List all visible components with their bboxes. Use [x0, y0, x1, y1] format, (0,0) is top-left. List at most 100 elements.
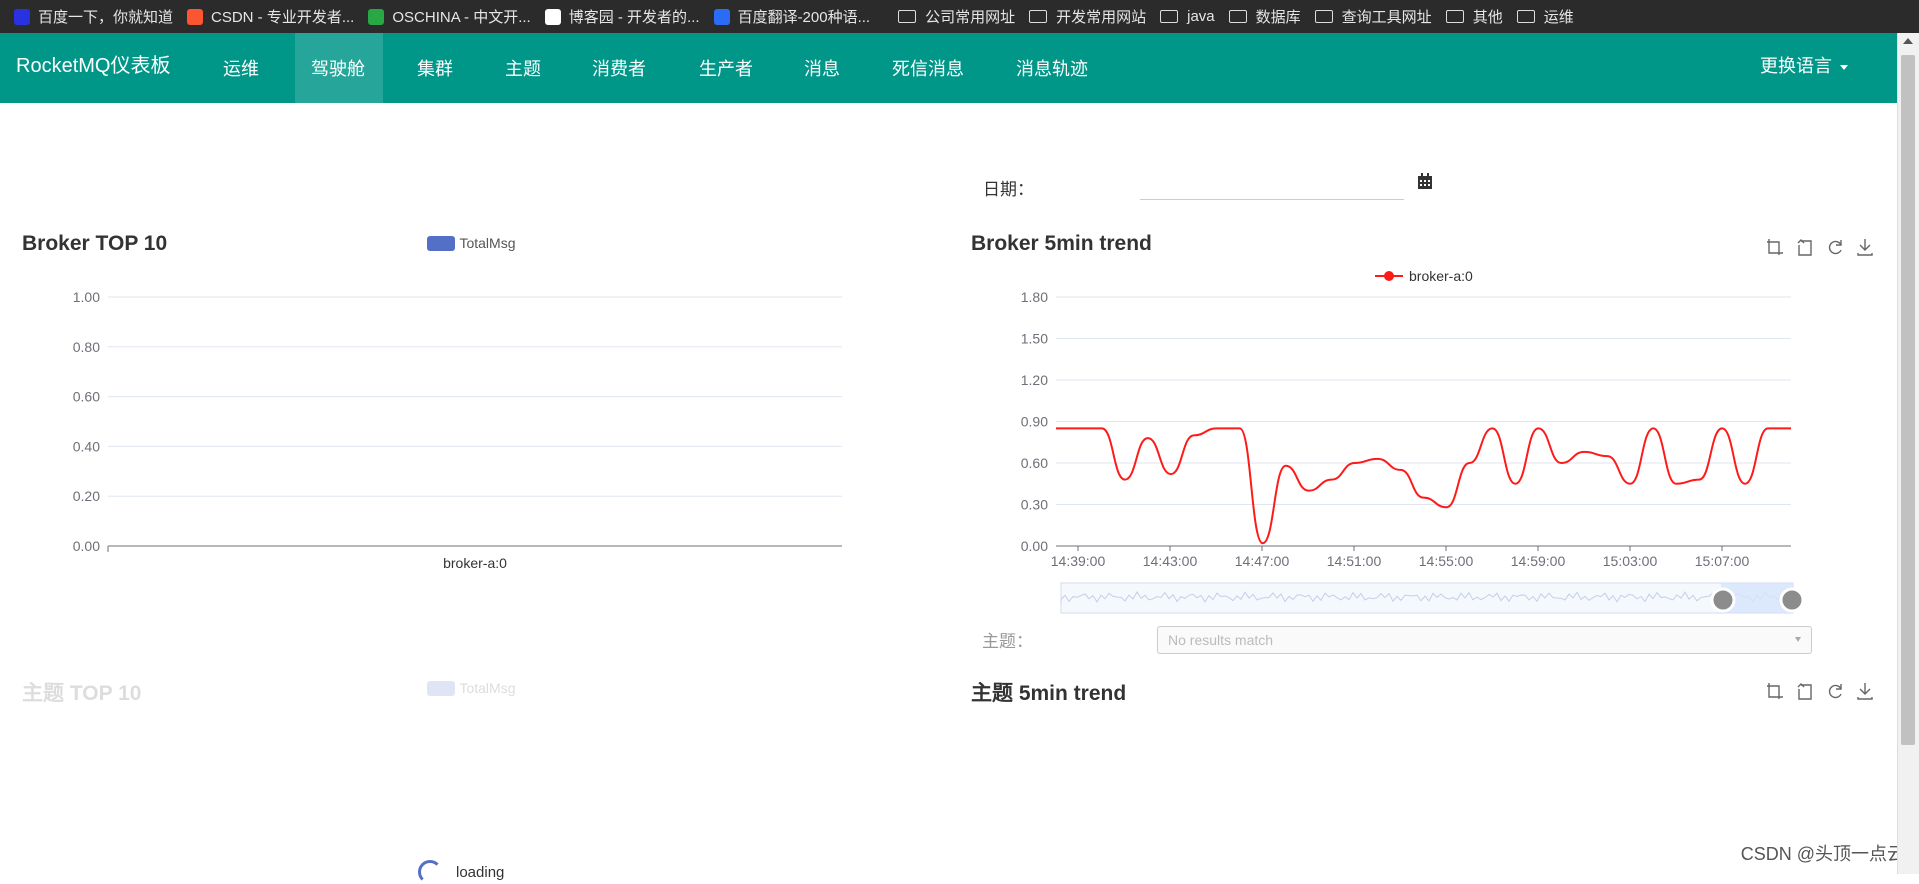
watermark: CSDN @头顶一点云 — [1740, 844, 1905, 864]
topic-trend-title: 主题 5min trend — [971, 682, 1127, 705]
y-tick-label: 0.20 — [73, 488, 100, 504]
chevron-down-icon — [1795, 637, 1801, 642]
broker-top10-chart: 0.00 0.20 0.40 0.60 0.80 1.00 broker-a:0 — [73, 289, 842, 571]
datazoom-handle — [1779, 587, 1805, 613]
scroll-up-icon[interactable] — [1903, 38, 1913, 44]
x-tick-label: 14:39:00 — [1051, 553, 1106, 569]
nav-item-message[interactable]: 消息 — [788, 33, 856, 103]
date-label: 日期： — [983, 180, 1034, 199]
language-label: 更换语言 — [1760, 56, 1832, 76]
bookmark-label: 博客园 - 开发者的... — [568, 9, 700, 26]
y-tick-label: 1.00 — [73, 289, 100, 305]
bookmark-label: 开发常用网站 — [1056, 9, 1147, 26]
nav-item-dashboard[interactable]: 驾驶舱 — [295, 33, 383, 103]
bookmark-item[interactable]: 开发常用网站 — [1029, 6, 1146, 27]
bookmark-item[interactable]: 百度一下，你就知道 — [14, 6, 173, 27]
x-tick-label: 14:55:00 — [1419, 553, 1474, 569]
broker-top10-legend[interactable]: TotalMsg — [427, 235, 515, 253]
loading-indicator: loading — [418, 860, 504, 884]
zoom-reset-icon[interactable] — [1795, 681, 1815, 701]
csdn-icon — [187, 8, 204, 25]
bookmark-item[interactable]: 运维 — [1516, 6, 1574, 27]
language-dropdown[interactable]: 更换语言 — [1760, 33, 1848, 103]
y-tick-label: 0.80 — [73, 339, 100, 355]
bookmark-label: 其他 — [1472, 9, 1503, 26]
folder-icon — [898, 10, 917, 23]
legend-label: TotalMsg — [459, 680, 516, 696]
y-tick-label: 1.50 — [1021, 331, 1048, 347]
topic-trend-toolbox — [1765, 681, 1875, 701]
nav-item-consumer[interactable]: 消费者 — [576, 33, 662, 103]
bookmark-item[interactable]: OSCHINA - 中文开... — [368, 6, 531, 27]
broker-trend-chart: 0.00 0.30 0.60 0.90 1.20 1.50 1.80 broker-a:0 14… — [1021, 268, 1805, 614]
baidu-icon — [14, 8, 30, 25]
topic-select-placeholder: No results match — [1168, 632, 1274, 648]
zoom-select-icon[interactable] — [1765, 237, 1785, 257]
restore-icon[interactable] — [1825, 237, 1845, 257]
y-tick-label: 0.60 — [73, 389, 100, 405]
download-icon[interactable] — [1855, 681, 1875, 701]
folder-icon — [1445, 10, 1464, 23]
nav-item-ops[interactable]: 运维 — [207, 33, 275, 103]
legend-label: broker-a:0 — [1409, 268, 1473, 284]
folder-icon — [1516, 10, 1535, 23]
topic-select[interactable]: No results match — [1157, 626, 1812, 654]
bookmark-item[interactable]: 博客园 - 开发者的... — [544, 6, 700, 27]
zoom-reset-icon[interactable] — [1795, 237, 1815, 257]
legend-swatch — [427, 681, 455, 697]
cnblogs-icon — [544, 8, 561, 25]
topic-top10-legend[interactable]: TotalMsg — [427, 680, 515, 698]
x-tick-label: 15:07:00 — [1695, 553, 1750, 569]
zoom-select-icon[interactable] — [1765, 681, 1785, 701]
loading-text: loading — [456, 863, 505, 881]
series-line — [1056, 427, 1791, 545]
bookmark-label: OSCHINA - 中文开... — [392, 9, 531, 26]
nav-item-dlq-message[interactable]: 死信消息 — [876, 33, 980, 103]
y-tick-label: 0.00 — [1021, 538, 1048, 554]
topic-top10-title: 主题 TOP 10 — [22, 682, 142, 705]
y-tick-label: 1.80 — [1021, 289, 1048, 305]
datazoom-handle — [1710, 587, 1736, 613]
x-tick-label: 14:59:00 — [1511, 553, 1566, 569]
nav-item-topic[interactable]: 主题 — [489, 33, 557, 103]
bookmark-label: 公司常用网址 — [925, 9, 1016, 26]
folder-icon — [1029, 10, 1048, 23]
bookmarks-bar: 百度一下，你就知道 CSDN - 专业开发者... OSCHINA - 中文开...… — [0, 0, 1919, 33]
bookmark-item[interactable]: 查询工具网址 — [1314, 6, 1432, 27]
x-tick-label: 14:51:00 — [1327, 553, 1382, 569]
bookmark-item[interactable]: 其他 — [1445, 6, 1503, 27]
nav-item-message-trace[interactable]: 消息轨迹 — [1000, 33, 1104, 103]
bookmark-item[interactable]: 公司常用网址 — [898, 6, 1015, 27]
translate-icon — [713, 8, 730, 25]
legend-label: TotalMsg — [459, 235, 516, 251]
brand-title[interactable]: RocketMQ仪表板 — [16, 33, 170, 103]
bookmark-label: 查询工具网址 — [1341, 9, 1432, 26]
legend-swatch — [427, 236, 455, 252]
y-tick-label: 0.40 — [73, 438, 100, 454]
download-icon[interactable] — [1855, 237, 1875, 257]
bookmark-item[interactable]: 百度翻译-200种语... — [713, 6, 871, 27]
broker-trend-toolbox — [1765, 237, 1875, 257]
legend-marker — [1384, 271, 1394, 281]
y-tick-label: 0.30 — [1021, 497, 1048, 513]
x-tick-label: broker-a:0 — [443, 555, 507, 571]
bookmark-label: 百度翻译-200种语... — [737, 9, 871, 26]
folder-icon — [1160, 10, 1179, 23]
bookmark-item[interactable]: java — [1160, 8, 1215, 25]
date-input[interactable] — [1140, 165, 1404, 200]
broker-top10-title: Broker TOP 10 — [22, 232, 168, 255]
nav-item-producer[interactable]: 生产者 — [683, 33, 769, 103]
y-tick-label: 0.60 — [1021, 455, 1048, 471]
calendar-icon[interactable] — [1417, 173, 1433, 190]
nav-item-cluster[interactable]: 集群 — [401, 33, 469, 103]
bookmark-item[interactable]: CSDN - 专业开发者... — [187, 6, 354, 27]
spinner-icon — [418, 860, 442, 884]
x-tick-label: 15:03:00 — [1603, 553, 1658, 569]
trend-legend: broker-a:0 — [1375, 268, 1473, 284]
scroll-thumb[interactable] — [1901, 55, 1915, 745]
bookmark-item[interactable]: 数据库 — [1228, 6, 1301, 27]
restore-icon[interactable] — [1825, 681, 1845, 701]
page-scrollbar[interactable] — [1897, 33, 1919, 874]
bookmark-label: 数据库 — [1255, 9, 1301, 26]
bookmark-label: 运维 — [1543, 9, 1574, 26]
